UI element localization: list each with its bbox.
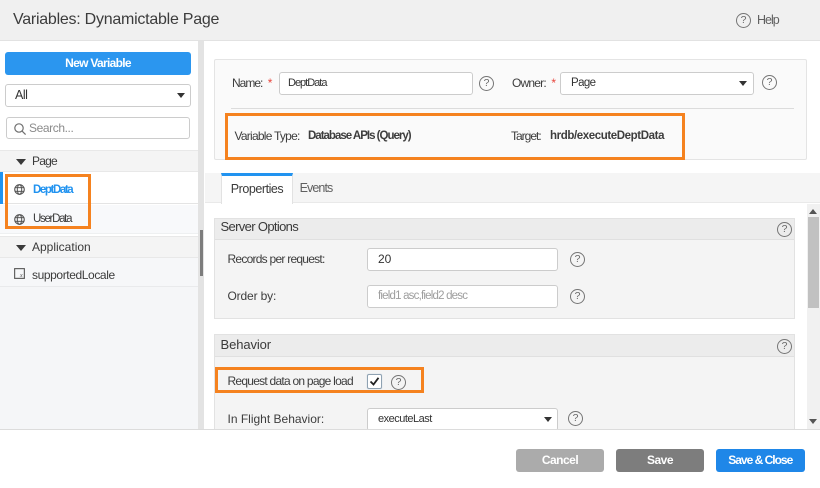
svg-text:x: x xyxy=(19,272,23,279)
